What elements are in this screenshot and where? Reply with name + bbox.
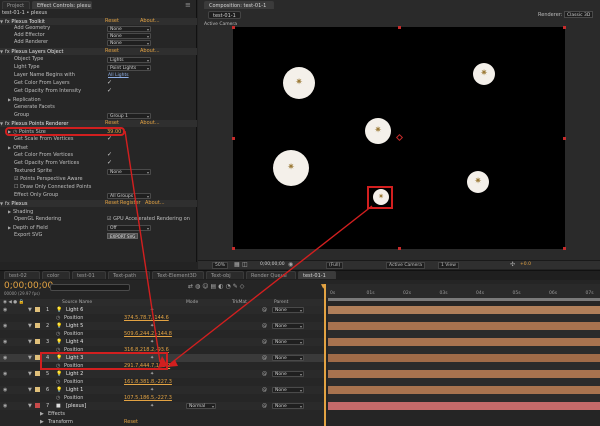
- arrowhead-icon: [167, 360, 178, 367]
- arrow-light-to-layer: [169, 205, 373, 365]
- annotation-arrows: [124, 130, 373, 368]
- arrow-points-to-layer: [124, 130, 161, 363]
